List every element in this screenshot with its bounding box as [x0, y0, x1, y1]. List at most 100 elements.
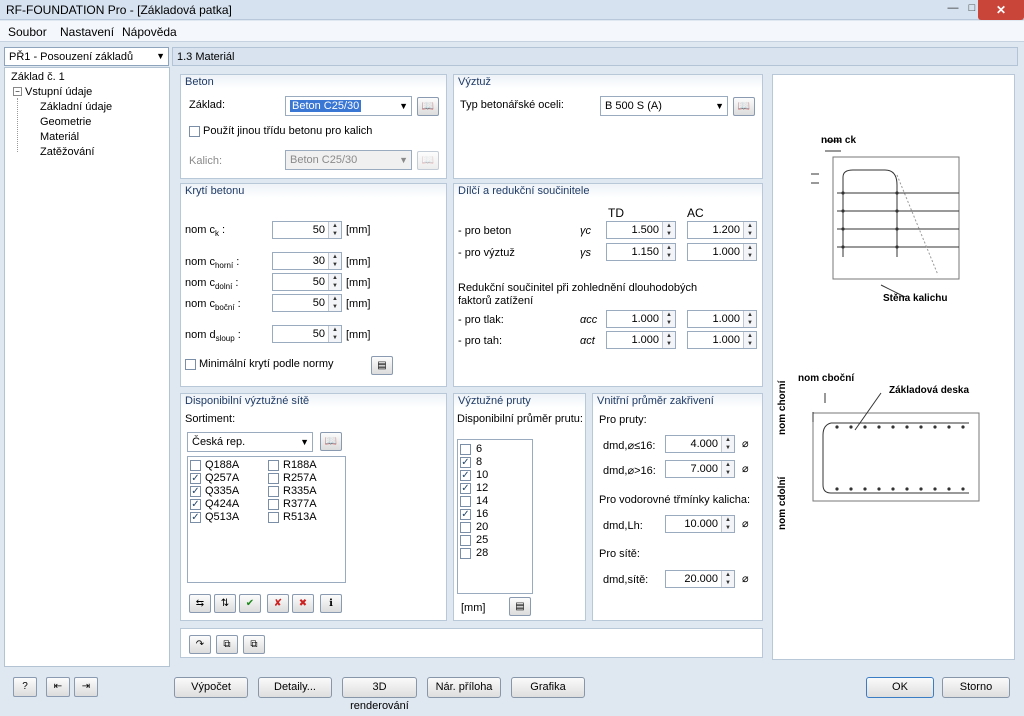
- sortiment-combo[interactable]: Česká rep. ▼: [187, 432, 313, 452]
- bar-checkbox-6[interactable]: [460, 444, 471, 455]
- library-button-steel[interactable]: 📖: [733, 97, 755, 116]
- minimize-button[interactable]: —: [940, 0, 966, 18]
- uncheck-all-button[interactable]: ✘: [267, 594, 289, 613]
- library-button[interactable]: 📖: [417, 97, 439, 116]
- tree-item-material[interactable]: Materiál: [40, 131, 79, 143]
- gamma-c-ac-input[interactable]: 1.200 ▲ ▼: [687, 221, 757, 239]
- spin-arrows-icon[interactable]: ▲ ▼: [328, 253, 341, 269]
- spin-arrows-icon[interactable]: ▲ ▼: [743, 332, 756, 348]
- alpha-ct-td-input[interactable]: 1.000 ▲ ▼: [606, 331, 676, 349]
- spin-arrows-icon[interactable]: ▲ ▼: [721, 436, 734, 452]
- tree-group[interactable]: Vstupní údaje: [25, 86, 92, 98]
- menu-napoveda[interactable]: Nápověda: [122, 25, 177, 39]
- spin-arrows-icon[interactable]: ▲ ▼: [328, 295, 341, 311]
- export-button[interactable]: ⇤: [46, 677, 70, 697]
- diameter-icon[interactable]: ⌀: [742, 517, 749, 530]
- menu-nastaveni[interactable]: Nastavení: [60, 25, 114, 39]
- alpha-cc-ac-input[interactable]: 1.000 ▲ ▼: [687, 310, 757, 328]
- dmd3-input[interactable]: 10.000 ▲ ▼: [665, 515, 735, 533]
- paste-button[interactable]: ⧉: [243, 635, 265, 654]
- dmd2-input[interactable]: 7.000 ▲ ▼: [665, 460, 735, 478]
- spin-arrows-icon[interactable]: ▲ ▼: [721, 461, 734, 477]
- spin-arrows-icon[interactable]: ▲ ▼: [743, 222, 756, 238]
- dmd1-input[interactable]: 4.000 ▲ ▼: [665, 435, 735, 453]
- cover-k-input[interactable]: 50 ▲ ▼: [272, 221, 342, 239]
- bar-checkbox-20[interactable]: [460, 522, 471, 533]
- bar-checkbox-25[interactable]: [460, 535, 471, 546]
- case-selector[interactable]: PŘ1 - Posouzení základů ▼: [4, 47, 169, 66]
- spin-arrows-icon[interactable]: ▲ ▼: [721, 571, 734, 587]
- library-button-kalich[interactable]: 📖: [417, 151, 439, 170]
- diameter-icon[interactable]: ⌀: [742, 462, 749, 475]
- mesh-checkbox-q257a[interactable]: ✓: [190, 473, 201, 484]
- import-button[interactable]: ⇆: [189, 594, 211, 613]
- import-file-button[interactable]: ⇥: [74, 677, 98, 697]
- delete-button[interactable]: ✖: [292, 594, 314, 613]
- mesh-checkbox-q513a[interactable]: ✓: [190, 512, 201, 523]
- bar-checkbox-16[interactable]: ✓: [460, 509, 471, 520]
- spin-arrows-icon[interactable]: ▲ ▼: [721, 516, 734, 532]
- spin-arrows-icon[interactable]: ▲ ▼: [743, 311, 756, 327]
- gamma-s-ac-input[interactable]: 1.000 ▲ ▼: [687, 243, 757, 261]
- mesh-checkbox-r257a[interactable]: [268, 473, 279, 484]
- mesh-checkbox-q424a[interactable]: ✓: [190, 499, 201, 510]
- bar-table-button[interactable]: ▤: [509, 597, 531, 616]
- spin-arrows-icon[interactable]: ▲ ▼: [662, 222, 675, 238]
- tree-item-geometrie[interactable]: Geometrie: [40, 116, 91, 128]
- bar-checkbox-8[interactable]: ✓: [460, 457, 471, 468]
- collapse-icon[interactable]: −: [13, 87, 22, 96]
- diameter-icon[interactable]: ⌀: [742, 437, 749, 450]
- zaklad-combo[interactable]: Beton C25/30 ▼: [285, 96, 412, 116]
- tree-item-zatezovani[interactable]: Zatěžování: [40, 146, 94, 158]
- spin-arrows-icon[interactable]: ▲ ▼: [328, 326, 341, 342]
- mesh-checkbox-r513a[interactable]: [268, 512, 279, 523]
- bar-checkbox-10[interactable]: ✓: [460, 470, 471, 481]
- menu-soubor[interactable]: Soubor: [8, 25, 47, 39]
- spin-arrows-icon[interactable]: ▲ ▼: [662, 244, 675, 260]
- mesh-checkbox-r188a[interactable]: [268, 460, 279, 471]
- cover-bocni-input[interactable]: 50 ▲ ▼: [272, 294, 342, 312]
- cancel-button[interactable]: Storno: [942, 677, 1010, 698]
- gamma-c-td-input[interactable]: 1.500 ▲ ▼: [606, 221, 676, 239]
- cover-horni-input[interactable]: 30 ▲ ▼: [272, 252, 342, 270]
- gamma-s-td-input[interactable]: 1.150 ▲ ▼: [606, 243, 676, 261]
- spin-arrows-icon[interactable]: ▲ ▼: [743, 244, 756, 260]
- close-button[interactable]: ✕: [978, 0, 1024, 20]
- sort-button[interactable]: ⇅: [214, 594, 236, 613]
- tree-root[interactable]: Základ č. 1: [11, 71, 65, 83]
- spin-arrows-icon[interactable]: ▲ ▼: [662, 311, 675, 327]
- tree-item-zakladni[interactable]: Základní údaje: [40, 101, 112, 113]
- bar-checkbox-28[interactable]: [460, 548, 471, 559]
- mesh-checkbox-q188a[interactable]: [190, 460, 201, 471]
- diameter-icon[interactable]: ⌀: [742, 572, 749, 585]
- details-button[interactable]: Detaily...: [258, 677, 332, 698]
- norm-button[interactable]: ▤: [371, 356, 393, 375]
- spin-arrows-icon[interactable]: ▲ ▼: [328, 274, 341, 290]
- library-button-mesh[interactable]: 📖: [320, 432, 342, 451]
- check-all-button[interactable]: ✔: [239, 594, 261, 613]
- ok-button[interactable]: OK: [866, 677, 934, 698]
- mesh-checkbox-q335a[interactable]: ✓: [190, 486, 201, 497]
- mesh-checkbox-r377a[interactable]: [268, 499, 279, 510]
- mesh-checkbox-r335a[interactable]: [268, 486, 279, 497]
- maximize-button[interactable]: □: [966, 0, 978, 18]
- use-other-checkbox[interactable]: [189, 126, 200, 137]
- kalich-combo[interactable]: Beton C25/30 ▼: [285, 150, 412, 170]
- reset-button[interactable]: ↷: [189, 635, 211, 654]
- cover-sloup-input[interactable]: 50 ▲ ▼: [272, 325, 342, 343]
- help-button[interactable]: ?: [13, 677, 37, 697]
- alpha-cc-td-input[interactable]: 1.000 ▲ ▼: [606, 310, 676, 328]
- spin-arrows-icon[interactable]: ▲ ▼: [662, 332, 675, 348]
- calculate-button[interactable]: Výpočet: [174, 677, 248, 698]
- bar-checkbox-12[interactable]: ✓: [460, 483, 471, 494]
- copy-button[interactable]: ⧉: [216, 635, 238, 654]
- info-button[interactable]: ℹ: [320, 594, 342, 613]
- alpha-ct-ac-input[interactable]: 1.000 ▲ ▼: [687, 331, 757, 349]
- dmd4-input[interactable]: 20.000 ▲ ▼: [665, 570, 735, 588]
- bar-checkbox-14[interactable]: [460, 496, 471, 507]
- steel-type-combo[interactable]: B 500 S (A) ▼: [600, 96, 728, 116]
- national-annex-button[interactable]: Nár. příloha: [427, 677, 501, 698]
- render-button[interactable]: 3D renderování: [342, 677, 417, 712]
- min-cover-checkbox[interactable]: [185, 359, 196, 370]
- cover-dolni-input[interactable]: 50 ▲ ▼: [272, 273, 342, 291]
